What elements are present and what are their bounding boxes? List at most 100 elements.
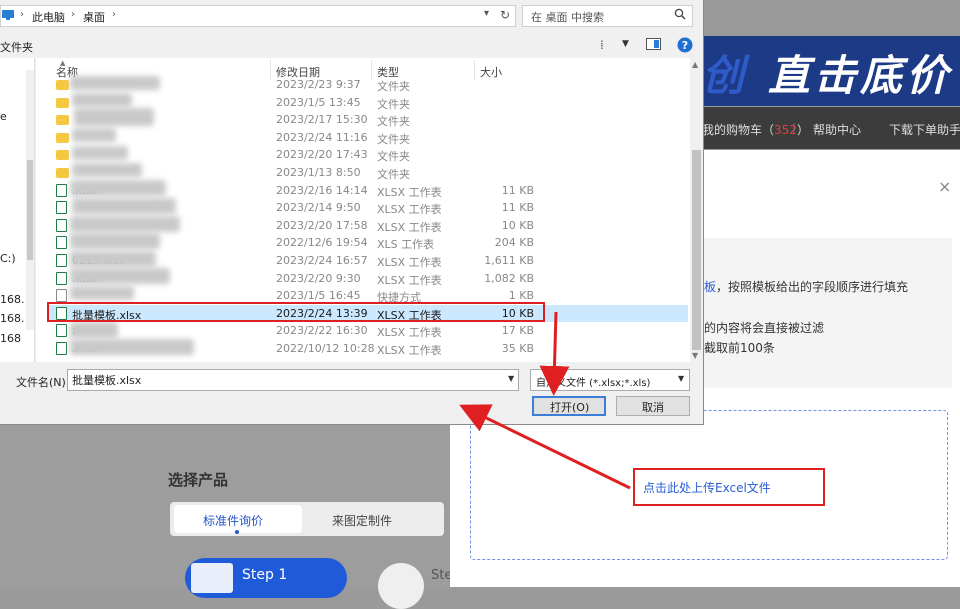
- file-type: XLSX 工作表: [377, 256, 442, 269]
- file-row[interactable]: 2023/2/24 11:16 文件夹: [48, 129, 688, 146]
- redacted-name: [70, 322, 118, 338]
- file-date: 2023/1/5 13:45: [276, 95, 361, 109]
- file-type: 文件夹: [377, 168, 410, 181]
- redacted-name: [70, 180, 166, 196]
- redacted-name: [72, 163, 142, 177]
- scroll-down-icon[interactable]: ▼: [692, 351, 698, 360]
- cancel-button-label: 取消: [642, 401, 664, 414]
- file-date: 2023/2/20 17:58: [276, 218, 368, 232]
- file-type: XLSX 工作表: [377, 273, 442, 287]
- file-list-scroll-thumb[interactable]: [692, 150, 701, 350]
- tab-standard-label: 标准件询价: [203, 514, 264, 528]
- redacted-name: [72, 93, 132, 107]
- filename-label: 文件名(N):: [16, 376, 70, 389]
- computer-icon: [2, 10, 14, 20]
- search-placeholder: 在 桌面 中搜索: [531, 11, 604, 24]
- help-icon[interactable]: ?: [677, 37, 693, 53]
- excel-file-icon: [56, 254, 67, 267]
- file-date: 2023/1/5 16:45: [276, 289, 361, 303]
- redacted-name: [70, 268, 170, 284]
- view-options-icon[interactable]: ⁞: [600, 38, 604, 52]
- instructions-line-1: 模板，按照模板给出的字段顺序进行填充: [692, 278, 908, 295]
- chevron-right-icon: ›: [112, 9, 116, 20]
- nav-pane-item[interactable]: 168.: [0, 312, 25, 325]
- instructions-line-3: 空的内容将会直接被过滤: [692, 321, 825, 335]
- chevron-down-icon[interactable]: ▼: [622, 39, 629, 49]
- svg-text:?: ?: [682, 39, 688, 52]
- redacted-name: [72, 128, 116, 142]
- excel-file-icon: [56, 236, 67, 250]
- file-type: XLSX 工作表: [377, 185, 442, 199]
- nav-help[interactable]: 帮助中心: [813, 121, 861, 138]
- nav-scroll-thumb[interactable]: [27, 160, 33, 260]
- breadcrumb-this-pc[interactable]: 此电脑: [32, 9, 65, 25]
- file-row[interactable]: 2023/1/13 8:50 文件夹: [48, 164, 688, 181]
- file-type: 文件夹: [377, 150, 410, 164]
- filename-input[interactable]: [67, 369, 519, 391]
- file-size: 35 KB: [501, 342, 534, 355]
- file-type: 文件夹: [377, 115, 410, 129]
- folder-icon: [56, 80, 69, 90]
- nav-pane-item[interactable]: 168.: [0, 293, 25, 306]
- file-type: XLSX 工作表: [377, 326, 442, 340]
- redacted-name: [70, 251, 156, 267]
- new-folder-button[interactable]: 文件夹: [0, 39, 33, 55]
- excel-file-icon: [56, 324, 67, 338]
- redacted-name: [70, 286, 134, 300]
- filetype-value: 自定义文件 (*.xlsx;*.xls): [536, 378, 651, 389]
- nav-pane-item[interactable]: 168: [0, 332, 21, 345]
- file-date: 2023/1/13 8:50: [276, 166, 361, 179]
- chevron-right-icon: ›: [20, 9, 24, 20]
- step2-icon: [378, 563, 424, 609]
- file-row[interactable]: 2023/2/20 17:43 文件夹: [48, 146, 688, 163]
- chevron-down-icon[interactable]: ▼: [508, 374, 514, 383]
- active-tab-dot: [235, 530, 239, 534]
- file-type: 文件夹: [377, 80, 410, 93]
- breadcrumb-desktop[interactable]: 桌面: [83, 9, 105, 25]
- scroll-up-icon[interactable]: ▲: [692, 60, 698, 69]
- select-product-heading: 选择产品: [168, 471, 229, 489]
- search-icon[interactable]: [674, 8, 686, 20]
- redacted-name: [72, 146, 128, 160]
- file-row[interactable]: x2023/2/22 16:30XLSX 工作表17 KB: [48, 322, 688, 339]
- instructions-line-1-text: ，按照模板给出的字段顺序进行填充: [716, 280, 909, 294]
- chevron-down-icon[interactable]: ▾: [484, 8, 489, 19]
- nav-pane-item[interactable]: e: [0, 110, 7, 123]
- refresh-icon[interactable]: ↻: [500, 8, 510, 22]
- file-date: 2023/2/14 9:50: [276, 201, 361, 215]
- file-date: 2023/2/24 11:16: [276, 130, 368, 144]
- nav-cart-label: 我的购物车: [702, 123, 763, 137]
- upload-excel-link[interactable]: 点击此处上传Excel文件: [643, 479, 771, 496]
- redacted-name: [70, 339, 194, 355]
- preview-pane-icon[interactable]: [646, 38, 662, 51]
- nav-pane-item[interactable]: C:): [0, 252, 16, 265]
- redacted-name: [72, 198, 176, 214]
- file-type: XLSX 工作表: [377, 220, 442, 234]
- step1-icon: [191, 563, 233, 593]
- folder-icon: [56, 115, 69, 126]
- redacted-name: [70, 233, 160, 249]
- selected-file-highlight: [47, 302, 545, 322]
- redacted-name: [74, 108, 154, 126]
- close-icon[interactable]: ×: [938, 177, 951, 196]
- banner-slogan: 直击底价: [768, 51, 953, 100]
- file-size: 1,611 KB: [484, 254, 534, 267]
- file-date: 2023/2/23 9:37: [276, 78, 361, 91]
- tab-custom[interactable]: 来图定制件: [332, 512, 392, 529]
- file-date: 2022/10/12 10:28: [276, 342, 375, 355]
- nav-download-helper[interactable]: 下载下单助手: [889, 121, 960, 138]
- step1-label: Step 1: [242, 567, 288, 583]
- excel-file-icon: [56, 183, 67, 197]
- instructions-box: [690, 238, 952, 388]
- folder-icon: [56, 168, 69, 178]
- excel-file-icon: [56, 342, 67, 355]
- chevron-down-icon[interactable]: ▼: [678, 374, 684, 383]
- nav-separator: |: [792, 121, 796, 134]
- excel-file-icon: [56, 201, 67, 215]
- file-date: 2023/2/24 16:57: [276, 254, 368, 267]
- address-bar[interactable]: [0, 5, 516, 27]
- file-type: XLSX 工作表: [377, 344, 442, 357]
- file-size: 10 KB: [501, 218, 534, 232]
- file-size: 204 KB: [494, 236, 534, 250]
- file-date: 2023/2/20 9:30: [276, 271, 361, 285]
